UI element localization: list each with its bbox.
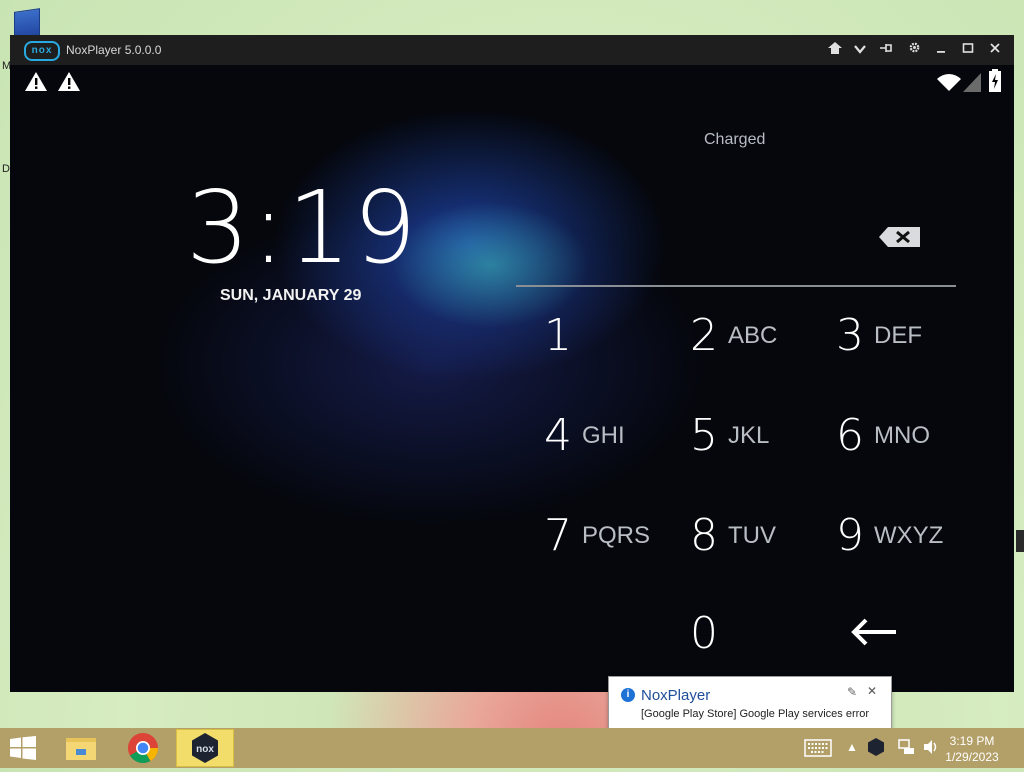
- pin-icon[interactable]: [875, 40, 897, 60]
- nox-logo: nox: [24, 41, 60, 61]
- taskbar-clock[interactable]: 3:19 PM 1/29/2023: [942, 733, 1002, 765]
- home-icon[interactable]: [824, 40, 846, 60]
- window-title: NoxPlayer 5.0.0.0: [66, 43, 162, 57]
- notification-message: [Google Play Store] Google Play services…: [641, 708, 870, 720]
- nox-tray-icon[interactable]: [866, 737, 886, 760]
- notification-title: NoxPlayer: [641, 687, 711, 704]
- noxplayer-window: nox NoxPlayer 5.0.0.0 Charged 3:19 SUN, …: [10, 35, 1014, 692]
- network-icon[interactable]: [898, 738, 916, 759]
- notification-balloon[interactable]: i NoxPlayer ✎ ✕ [Google Play Store] Goog…: [608, 676, 892, 732]
- keypad-key-4[interactable]: 4 GHI: [544, 410, 684, 470]
- enter-arrow-icon[interactable]: [850, 617, 900, 652]
- keypad-key-3[interactable]: 3 DEF: [836, 310, 976, 370]
- notification-close-icon[interactable]: ✕: [867, 684, 877, 698]
- keypad-key-7[interactable]: 7 PQRS: [544, 510, 684, 570]
- info-icon: i: [621, 688, 635, 702]
- desktop-window-edge: [1016, 530, 1024, 552]
- battery-status-text: Charged: [704, 131, 766, 148]
- pin-entry-field[interactable]: [516, 285, 956, 287]
- window-titlebar[interactable]: nox NoxPlayer 5.0.0.0: [10, 35, 1014, 65]
- desktop-icon-label-fragment: D: [2, 163, 10, 175]
- lockscreen-clock: 3:19: [186, 169, 419, 286]
- wifi-icon: [936, 71, 962, 98]
- noxplayer-taskbar-button[interactable]: nox: [176, 729, 234, 767]
- warning-icon: [24, 71, 48, 98]
- minimize-icon[interactable]: [930, 40, 952, 60]
- volume-icon[interactable]: [922, 738, 940, 759]
- keypad-key-9[interactable]: 9 WXYZ: [836, 510, 976, 570]
- keyboard-icon[interactable]: [804, 739, 832, 760]
- android-lock-screen: Charged 3:19 SUN, JANUARY 29 1 2 ABC 3 DEF…: [10, 65, 1014, 692]
- backspace-icon[interactable]: [878, 225, 922, 254]
- windows-start-icon[interactable]: [10, 736, 36, 765]
- taskbar: nox ▲ 3:19 PM 1/29/2023: [0, 728, 1024, 768]
- battery-charging-icon: [988, 69, 1002, 98]
- keypad-key-8[interactable]: 8 TUV: [690, 510, 830, 570]
- svg-text:nox: nox: [196, 744, 214, 755]
- close-icon[interactable]: [984, 40, 1006, 60]
- show-hidden-icons-icon[interactable]: ▲: [846, 740, 858, 754]
- lockscreen-date: SUN, JANUARY 29: [220, 287, 362, 304]
- wrench-icon[interactable]: ✎: [847, 685, 857, 699]
- keypad-key-0[interactable]: 0: [690, 608, 830, 668]
- gear-icon[interactable]: [903, 40, 925, 60]
- warning-icon: [57, 71, 81, 98]
- keypad-key-5[interactable]: 5 JKL: [690, 410, 830, 470]
- taskbar-time: 3:19 PM: [949, 734, 995, 748]
- maximize-icon[interactable]: [957, 40, 979, 60]
- keypad-key-1[interactable]: 1: [544, 310, 684, 370]
- keypad-key-6[interactable]: 6 MNO: [836, 410, 976, 470]
- taskbar-date: 1/29/2023: [945, 750, 999, 764]
- chevron-down-icon[interactable]: [849, 40, 871, 60]
- cell-signal-icon: [962, 71, 982, 98]
- keypad-key-2[interactable]: 2 ABC: [690, 310, 830, 370]
- chrome-taskbar-button[interactable]: [114, 729, 172, 767]
- file-explorer-taskbar-button[interactable]: [52, 729, 110, 767]
